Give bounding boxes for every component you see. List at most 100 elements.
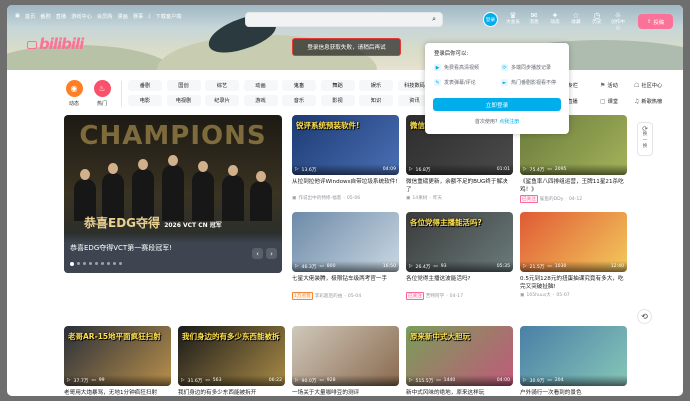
video-card[interactable]: 锐评系统预装软件! ▷ 13.6万 04:09 从拉到拉他评Windows自带垃圾系统软… xyxy=(292,115,399,201)
hero-carousel[interactable]: CHAMPIONS 恭喜EDG夺得 2026 VCT CN 冠军 恭喜EDG夺得… xyxy=(64,115,282,273)
favorites-button[interactable]: ☆ 收藏 xyxy=(567,11,585,32)
video-card[interactable]: ▷ 30.9万 ▭ 204 户外骑行一次看到的景色 xyxy=(520,326,627,396)
channel-tag-4[interactable]: 音乐 xyxy=(282,95,316,106)
danmaku-count: 928 xyxy=(326,378,336,383)
extra-community[interactable]: ☖ 社区中心 xyxy=(634,82,662,89)
uploader-name[interactable]: 14果树 xyxy=(412,195,427,201)
channel-tag-1[interactable]: 电视剧 xyxy=(166,95,201,106)
channel-tag-3[interactable]: 动画 xyxy=(243,80,278,91)
video-card[interactable]: ▷ 46.3万 ▭ 800 16:50 七星大佬装腾，极限钻车级两考官一手 1万点赞 李彩超后… xyxy=(292,212,399,300)
login-now-button[interactable]: 立即登录 xyxy=(433,98,561,111)
uploader-name[interactable]: 作说出中的特修-福客 xyxy=(298,195,341,201)
carousel-title[interactable]: 恭喜EDG夺得VCT第一赛段冠军! xyxy=(70,243,172,253)
video-thumbnail[interactable]: 我们身边的有多少东西能被拆 ▷ 31.6万 ▭ 563 06:22 xyxy=(178,326,285,386)
search-input[interactable]: ⌕ xyxy=(245,12,443,27)
channel-dynamic[interactable]: ◉ 动态 xyxy=(59,80,89,107)
nav-comics[interactable]: 漫画 xyxy=(117,13,127,20)
extra-class[interactable]: ▢ 课堂 xyxy=(600,98,618,105)
channel-tag-6[interactable]: 娱乐 xyxy=(359,80,393,91)
carousel-next-button[interactable]: › xyxy=(266,248,277,259)
video-card[interactable]: 各位党得主播能活吗? ▷ 26.4万 ▭ 93 05:35 各位党得主播这波能活吗? 已关注苦… xyxy=(406,212,513,300)
uploader-name[interactable]: 鲨鱼的DDy xyxy=(540,196,564,202)
video-title[interactable]: 从拉到拉他评Windows自带垃圾系统软件! xyxy=(292,178,399,194)
nav-vip-shop[interactable]: 会员购 xyxy=(97,13,113,20)
nav-live[interactable]: 直播 xyxy=(56,13,66,20)
video-title[interactable]: 新中式风味的绝地，原来这样玩 xyxy=(406,389,513,396)
carousel-headline: CHAMPIONS xyxy=(79,121,267,151)
nav-home[interactable]: 首页 xyxy=(25,13,35,20)
video-thumbnail[interactable]: ▷ 30.9万 ▭ 204 xyxy=(520,326,627,386)
video-thumbnail[interactable]: ▷ 46.3万 ▭ 800 16:50 xyxy=(292,212,399,272)
channel-tag-1[interactable]: 国创 xyxy=(166,80,201,91)
video-thumbnail[interactable]: ▷ 90.0万 ▭ 928 xyxy=(292,326,399,386)
uploader-name[interactable]: 苦特阿学 xyxy=(426,293,444,299)
video-thumbnail[interactable]: 锐评系统预装软件! ▷ 13.6万 04:09 xyxy=(292,115,399,175)
feature-play: ► 热门番剧影视看不停 xyxy=(501,79,557,86)
refresh-feed-button[interactable]: ⟳ 换一换 xyxy=(637,122,653,156)
carousel-dot[interactable] xyxy=(83,262,86,265)
register-link[interactable]: 点我注册 xyxy=(499,119,519,125)
video-title[interactable]: 各位党得主播这波能活吗? xyxy=(406,275,513,291)
channel-tag-2[interactable]: 纪录片 xyxy=(205,95,239,106)
carousel-dot[interactable] xyxy=(70,262,74,266)
carousel-dot[interactable] xyxy=(107,262,110,265)
carousel-dot[interactable] xyxy=(77,262,80,265)
bilibili-logo[interactable]: bilibili xyxy=(27,35,84,53)
video-badge: 1万点赞 xyxy=(292,292,313,300)
dynamic-button[interactable]: ✦ 动态 xyxy=(546,11,564,32)
creator-center-button[interactable]: ☼ 创作中心 xyxy=(609,11,627,32)
channel-tag-5[interactable]: 影视 xyxy=(320,95,355,106)
video-title[interactable]: 微信重磅更新，余额不足的BUG终于解决了 xyxy=(406,178,513,194)
nav-events[interactable]: 赛事 xyxy=(133,13,143,20)
nav-game-center[interactable]: 游戏中心 xyxy=(71,13,92,20)
video-thumbnail[interactable]: 老哥AR-15地平面疯狂扫射 ▷ 37.7万 ▭ 99 xyxy=(64,326,171,386)
extra-music[interactable]: ♫ 新歌热榜 xyxy=(634,98,662,105)
carousel-dot[interactable] xyxy=(95,262,98,265)
video-thumbnail[interactable]: 原来新中式大胆玩 ▷ 515.5万 ▭ 1440 04:00 xyxy=(406,326,513,386)
video-title[interactable]: 一场关于大量咖啡豆的测评 xyxy=(292,389,399,396)
video-title[interactable]: 七星大佬装腾，极限钻车级两考官一手 xyxy=(292,275,399,291)
download-icon[interactable]: ⤓ xyxy=(148,13,150,20)
channel-tag-0[interactable]: 番剧 xyxy=(128,80,162,91)
video-meta: ▣ 14果树 · 昨天 xyxy=(406,195,443,202)
channel-tag-5[interactable]: 舞蹈 xyxy=(320,80,355,91)
history-button[interactable]: ◷ 历史 xyxy=(588,11,606,32)
channel-tag-4[interactable]: 鬼畜 xyxy=(282,80,316,91)
channel-hot[interactable]: ♨ 热门 xyxy=(87,80,117,107)
carousel-prev-button[interactable]: ‹ xyxy=(252,248,263,259)
video-title[interactable]: 户外骑行一次看到的景色 xyxy=(520,389,627,396)
channel-tag-2[interactable]: 综艺 xyxy=(205,80,239,91)
register-prompt: 首次使用? 点我注册 xyxy=(474,119,520,125)
uploader-icon: ▣ xyxy=(406,195,411,201)
carousel-dot[interactable] xyxy=(89,262,92,265)
upload-button[interactable]: ⇧ 投稿 xyxy=(638,14,673,29)
video-title[interactable]: 0.5元到128元的扭蛋抽课究竟有多大，吃完又突破扯脑! xyxy=(520,275,627,291)
video-title[interactable]: 《鲨鱼率八四排组运营，王牌11星21杀吃鸡！》 xyxy=(520,178,627,194)
video-card[interactable]: 老哥AR-15地平面疯狂扫射 ▷ 37.7万 ▭ 99 老哥用大炮暴骂，无地1分钟疯狂扫射 xyxy=(64,326,171,396)
nav-download-client[interactable]: 下载客户端 xyxy=(156,13,182,20)
messages-button[interactable]: ✉ 消息 xyxy=(525,11,543,32)
video-thumbnail[interactable]: 各位党得主播能活吗? ▷ 26.4万 ▭ 93 05:35 xyxy=(406,212,513,272)
nav-anime[interactable]: 番剧 xyxy=(40,13,50,20)
vip-button[interactable]: ♛ 大会员 xyxy=(504,11,522,32)
video-card[interactable]: ▷ 90.0万 ▭ 928 一场关于大量咖啡豆的测评 xyxy=(292,326,399,396)
uploader-name[interactable]: 165huus大 xyxy=(526,292,551,298)
video-card[interactable]: 我们身边的有多少东西能被拆 ▷ 31.6万 ▭ 563 06:22 我们身边的有多少东西能被… xyxy=(178,326,285,396)
video-thumbnail[interactable]: ▷ 21.5万 ▭ 1030 12:40 xyxy=(520,212,627,272)
video-card[interactable]: ▷ 21.5万 ▭ 1030 12:40 0.5元到128元的扭蛋抽课究竟有多大，吃完又突… xyxy=(520,212,627,298)
back-to-top-button[interactable]: ⟲ xyxy=(637,309,652,324)
channel-tag-0[interactable]: 电影 xyxy=(128,95,162,106)
uploader-name[interactable]: 李彩超后的由 xyxy=(315,293,343,299)
video-title[interactable]: 我们身边的有多少东西能被拆开 xyxy=(178,389,285,396)
home-icon[interactable]: ▣ xyxy=(15,13,20,19)
search-icon[interactable]: ⌕ xyxy=(432,15,436,24)
video-card[interactable]: 原来新中式大胆玩 ▷ 515.5万 ▭ 1440 04:00 新中式风味的绝地，原来这样玩 xyxy=(406,326,513,396)
carousel-dot[interactable] xyxy=(119,262,122,265)
channel-tag-6[interactable]: 知识 xyxy=(359,95,393,106)
extra-activity[interactable]: ⚑ 活动 xyxy=(600,82,618,89)
video-title[interactable]: 老哥用大炮暴骂，无地1分钟疯狂扫射 xyxy=(64,389,171,396)
channel-tag-3[interactable]: 游戏 xyxy=(243,95,278,106)
carousel-dot[interactable] xyxy=(113,262,116,265)
login-avatar-button[interactable]: 登录 xyxy=(483,12,498,27)
carousel-dot[interactable] xyxy=(101,262,104,265)
